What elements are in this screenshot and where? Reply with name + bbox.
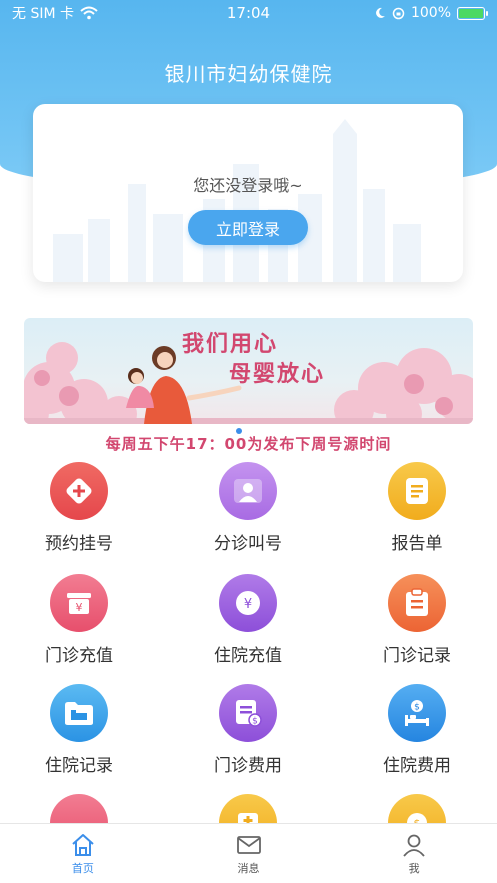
promo-banner[interactable]: 我们用心 母婴放心 [24, 318, 473, 424]
user-icon [403, 834, 425, 857]
login-button[interactable]: 立即登录 [188, 210, 308, 245]
hospital-cross-icon [50, 462, 108, 520]
tab-label: 消息 [237, 862, 260, 875]
service-label: 门诊记录 [383, 646, 451, 666]
service-inpatient-fees[interactable]: $ 住院费用 [347, 684, 487, 776]
svg-text:$: $ [252, 717, 258, 727]
banner-slogan-line1: 我们用心 [182, 331, 279, 357]
status-time: 17:04 [226, 4, 271, 22]
service-label: 预约挂号 [45, 534, 113, 554]
service-label: 住院充值 [214, 646, 282, 666]
login-hint: 您还没登录哦~ [193, 176, 303, 195]
bottom-tab-bar: 首页 消息 我 [0, 823, 497, 883]
page-title: 银川市妇幼保健院 [164, 62, 333, 86]
service-inpatient-records[interactable]: 住院记录 [9, 684, 149, 776]
person-icon [219, 462, 277, 520]
service-label: 住院费用 [383, 756, 451, 776]
schedule-notice: 每周五下午17：00为发布下周号源时间 [105, 435, 392, 453]
home-icon [72, 834, 94, 856]
service-label: 门诊费用 [214, 756, 282, 776]
login-card: 您还没登录哦~ 立即登录 [33, 104, 463, 282]
service-label: 报告单 [391, 534, 443, 554]
status-bar: 无 SIM 卡 17:04 100% [0, 0, 497, 26]
tab-messages[interactable]: 消息 [166, 824, 332, 883]
tab-home[interactable]: 首页 [0, 824, 166, 883]
yuan-coin-icon: ¥ [219, 574, 277, 632]
service-label: 住院记录 [45, 756, 113, 776]
tab-me[interactable]: 我 [331, 824, 497, 883]
service-label: 分诊叫号 [214, 534, 282, 554]
service-appointment[interactable]: 预约挂号 [9, 462, 149, 554]
svg-text:¥: ¥ [244, 597, 252, 612]
svg-text:¥: ¥ [76, 601, 83, 614]
battery-icon [457, 6, 488, 20]
bed-dollar-icon: $ [388, 684, 446, 742]
banner-slogan-line2: 母婴放心 [229, 361, 326, 387]
clipboard-icon [388, 574, 446, 632]
tab-label: 首页 [71, 862, 94, 875]
service-inpatient-topup[interactable]: ¥ 住院充值 [178, 574, 318, 666]
service-outpatient-topup[interactable]: ¥ 门诊充值 [9, 574, 149, 666]
service-label: 门诊充值 [45, 646, 113, 666]
service-outpatient-fees[interactable]: $ 门诊费用 [178, 684, 318, 776]
document-icon [388, 462, 446, 520]
svg-text:$: $ [414, 703, 420, 713]
service-triage[interactable]: 分诊叫号 [178, 462, 318, 554]
tab-label: 我 [408, 862, 420, 875]
receipt-dollar-icon: $ [219, 684, 277, 742]
service-outpatient-records[interactable]: 门诊记录 [347, 574, 487, 666]
wallet-yuan-icon: ¥ [50, 574, 108, 632]
service-report[interactable]: 报告单 [347, 462, 487, 554]
folder-bed-icon [50, 684, 108, 742]
mail-icon [236, 836, 261, 854]
